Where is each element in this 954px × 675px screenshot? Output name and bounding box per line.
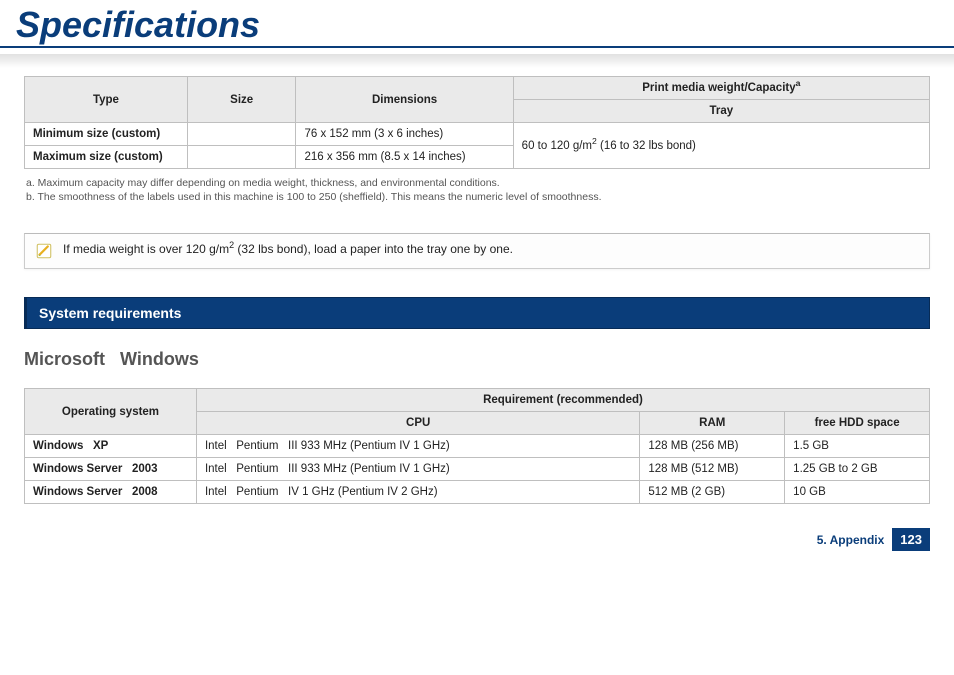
footer-page-number: 123 [892, 528, 930, 551]
section-bar-system-requirements: System requirements [24, 297, 930, 329]
cell-dim: 216 x 356 mm (8.5 x 14 inches) [296, 146, 513, 169]
th-pmwc: Print media weight/Capacitya [513, 77, 929, 100]
th-os: Operating system [25, 389, 197, 435]
th-dimensions: Dimensions [296, 77, 513, 123]
page-title: Specifications [0, 0, 954, 48]
system-req-table: Operating system Requirement (recommende… [24, 388, 930, 504]
cell-cpu: Intel Pentium IV 1 GHz (Pentium IV 2 GHz… [196, 481, 639, 504]
cell-os: Windows Server 2008 [25, 481, 197, 504]
page-footer: 5. Appendix 123 [0, 508, 954, 565]
note-text: If media weight is over 120 g/m2 (32 lbs… [63, 242, 513, 256]
cell-size [187, 123, 296, 146]
table-row: Windows Server 2003 Intel Pentium III 93… [25, 458, 930, 481]
cell-cpu: Intel Pentium III 933 MHz (Pentium IV 1 … [196, 435, 639, 458]
cell-os: Windows Server 2003 [25, 458, 197, 481]
cell-ram: 128 MB (256 MB) [640, 435, 785, 458]
media-spec-table: Type Size Dimensions Print media weight/… [24, 76, 930, 169]
th-req: Requirement (recommended) [196, 389, 929, 412]
cell-hdd: 1.25 GB to 2 GB [785, 458, 930, 481]
th-cpu: CPU [196, 412, 639, 435]
note-icon [35, 242, 53, 260]
th-tray: Tray [513, 100, 929, 123]
cell-dim: 76 x 152 mm (3 x 6 inches) [296, 123, 513, 146]
cell-size [187, 146, 296, 169]
footnote-b: b. The smoothness of the labels used in … [26, 191, 928, 203]
cell-hdd: 10 GB [785, 481, 930, 504]
table-row: Minimum size (custom) 76 x 152 mm (3 x 6… [25, 123, 930, 146]
cell-type: Minimum size (custom) [25, 123, 188, 146]
footer-chapter: 5. Appendix [817, 533, 885, 547]
table-row: Windows XP Intel Pentium III 933 MHz (Pe… [25, 435, 930, 458]
cell-tray-value: 60 to 120 g/m2 (16 to 32 lbs bond) [513, 123, 929, 169]
cell-os: Windows XP [25, 435, 197, 458]
th-ram: RAM [640, 412, 785, 435]
cell-hdd: 1.5 GB [785, 435, 930, 458]
footnote-a: a. Maximum capacity may differ depending… [26, 177, 928, 189]
title-shadow [0, 54, 954, 68]
cell-type: Maximum size (custom) [25, 146, 188, 169]
cell-ram: 512 MB (2 GB) [640, 481, 785, 504]
note-box: If media weight is over 120 g/m2 (32 lbs… [24, 233, 930, 269]
th-size: Size [187, 77, 296, 123]
subsection-heading: Microsoft Windows [24, 349, 930, 370]
cell-cpu: Intel Pentium III 933 MHz (Pentium IV 1 … [196, 458, 639, 481]
th-hdd: free HDD space [785, 412, 930, 435]
th-type: Type [25, 77, 188, 123]
footnotes: a. Maximum capacity may differ depending… [24, 173, 930, 223]
cell-ram: 128 MB (512 MB) [640, 458, 785, 481]
table-row: Windows Server 2008 Intel Pentium IV 1 G… [25, 481, 930, 504]
